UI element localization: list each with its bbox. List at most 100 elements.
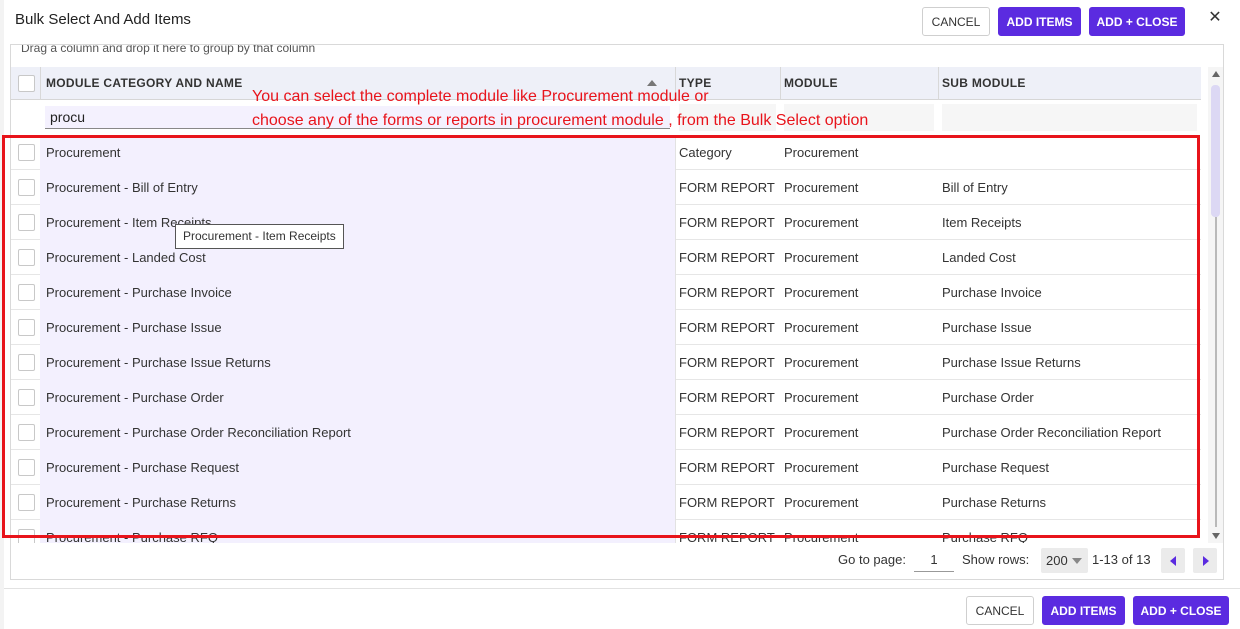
annotation-text-line-2: choose any of the forms or reports in pr… (252, 112, 869, 129)
sub-module-filter-input[interactable] (942, 104, 1197, 131)
row-checkbox[interactable] (18, 214, 35, 231)
cell-type: FORM REPORT (679, 180, 775, 195)
scroll-up-icon[interactable] (1212, 71, 1220, 77)
cell-module-name: Procurement - Purchase Order (46, 390, 224, 405)
table-row[interactable]: Procurement Category Procurement (11, 135, 1201, 170)
cell-type: FORM REPORT (679, 425, 775, 440)
row-checkbox[interactable] (18, 424, 35, 441)
cell-sub-module (942, 135, 1200, 170)
cell-sub-module: Purchase Request (942, 460, 1049, 475)
cell-module-name: Procurement - Purchase Issue (46, 320, 222, 335)
dialog-footer: CANCEL ADD ITEMS ADD + CLOSE (4, 588, 1240, 629)
select-all-checkbox[interactable] (18, 75, 35, 92)
cell-module: Procurement (784, 145, 859, 160)
cell-module-name: Procurement (46, 145, 121, 160)
footer-add-items-button[interactable]: ADD ITEMS (1042, 596, 1125, 625)
cell-module: Procurement (784, 250, 859, 265)
cell-sub-module: Purchase Returns (942, 495, 1047, 510)
column-header-name[interactable]: MODULE CATEGORY AND NAME (46, 67, 243, 100)
row-checkbox[interactable] (18, 459, 35, 476)
cell-module: Procurement (784, 390, 859, 405)
cell-type: FORM REPORT (679, 285, 775, 300)
table-row[interactable]: Procurement - Bill of Entry FORM REPORT Pr… (11, 170, 1201, 205)
close-icon[interactable]: ✕ (1201, 4, 1229, 32)
page-range-text: 1-13 of 13 (1092, 552, 1151, 567)
chevron-right-icon (1203, 556, 1209, 566)
footer-cancel-button[interactable]: CANCEL (966, 596, 1034, 625)
cell-module-name: Procurement - Purchase Request (46, 460, 239, 475)
cell-module-name: Procurement - Purchase Issue Returns (46, 355, 271, 370)
cell-type: FORM REPORT (679, 215, 775, 230)
table-row[interactable]: Procurement - Purchase Invoice FORM REPOR… (11, 275, 1201, 310)
scrollbar-thumb[interactable] (1211, 85, 1220, 217)
cell-sub-module: Purchase Issue (942, 320, 1032, 335)
vertical-scrollbar[interactable] (1208, 67, 1223, 543)
dialog-header: Bulk Select And Add Items CANCEL ADD ITE… (4, 0, 1240, 44)
row-tooltip: Procurement - Item Receipts (175, 224, 344, 249)
goto-page-label: Go to page: (838, 552, 906, 567)
annotation-text-line-1: You can select the complete module like … (252, 88, 709, 105)
rows-per-page-select[interactable]: 200 (1041, 548, 1088, 573)
table-row[interactable]: Procurement - Purchase Order FORM REPORT P… (11, 380, 1201, 415)
scrollbar-track (1215, 217, 1217, 527)
row-checkbox[interactable] (18, 494, 35, 511)
cell-module-name: Procurement - Purchase Order Reconciliat… (46, 425, 351, 440)
pagination-bar: Go to page: 1 Show rows: 200 1-13 of 13 (11, 543, 1223, 579)
next-page-button[interactable] (1193, 548, 1217, 573)
row-checkbox[interactable] (18, 284, 35, 301)
dialog-title: Bulk Select And Add Items (15, 11, 191, 28)
show-rows-label: Show rows: (962, 552, 1030, 567)
cell-module-name: Procurement - Item Receipts (46, 215, 212, 230)
table-row[interactable]: Procurement - Purchase Returns FORM REPOR… (11, 485, 1201, 520)
row-checkbox[interactable] (18, 144, 35, 161)
cell-module: Procurement (784, 460, 859, 475)
cell-module-name: Procurement - Purchase Returns (46, 495, 237, 510)
cell-sub-module: Landed Cost (942, 250, 1016, 265)
header-add-close-button[interactable]: ADD + CLOSE (1089, 7, 1185, 36)
cell-sub-module: Purchase Issue Returns (942, 355, 1081, 370)
table-row[interactable]: Procurement - Purchase Issue FORM REPORT P… (11, 310, 1201, 345)
cell-type: FORM REPORT (679, 460, 775, 475)
cell-sub-module: Purchase Order (942, 390, 1034, 405)
cell-type: Category (679, 145, 732, 160)
cell-type: FORM REPORT (679, 390, 775, 405)
chevron-left-icon (1170, 556, 1176, 566)
column-header-sub-module[interactable]: SUB MODULE (942, 67, 1026, 100)
cell-module: Procurement (784, 495, 859, 510)
header-add-items-button[interactable]: ADD ITEMS (998, 7, 1081, 36)
row-checkbox[interactable] (18, 389, 35, 406)
sort-ascending-icon[interactable] (647, 80, 657, 86)
cell-sub-module: Purchase Invoice (942, 285, 1042, 300)
column-header-module[interactable]: MODULE (784, 67, 838, 100)
cell-module-name: Procurement - Landed Cost (46, 250, 206, 265)
cell-module: Procurement (784, 320, 859, 335)
cell-type: FORM REPORT (679, 355, 775, 370)
row-checkbox[interactable] (18, 354, 35, 371)
row-checkbox[interactable] (18, 249, 35, 266)
footer-add-close-button[interactable]: ADD + CLOSE (1133, 596, 1229, 625)
group-by-hint: Drag a column and drop it here to group … (21, 44, 316, 55)
table-row[interactable]: Procurement - Purchase Order Reconciliat… (11, 415, 1201, 450)
column-divider (780, 67, 781, 100)
cell-sub-module: Item Receipts (942, 215, 1022, 230)
scroll-down-icon[interactable] (1212, 533, 1220, 539)
cell-module-name: Procurement - Bill of Entry (46, 180, 198, 195)
table-row[interactable]: Procurement - Purchase Request FORM REPOR… (11, 450, 1201, 485)
table-row[interactable]: Procurement - Purchase Issue Returns FORM… (11, 345, 1201, 380)
cell-module-name: Procurement - Purchase Invoice (46, 285, 232, 300)
goto-page-input[interactable]: 1 (914, 548, 954, 572)
cell-type: FORM REPORT (679, 495, 775, 510)
cell-type: FORM REPORT (679, 250, 775, 265)
row-checkbox[interactable] (18, 319, 35, 336)
cell-module: Procurement (784, 285, 859, 300)
row-checkbox[interactable] (18, 179, 35, 196)
rows-per-page-value: 200 (1046, 553, 1068, 568)
column-divider (938, 67, 939, 100)
cell-module: Procurement (784, 355, 859, 370)
header-cancel-button[interactable]: CANCEL (922, 7, 990, 36)
cell-sub-module: Bill of Entry (942, 180, 1008, 195)
previous-page-button[interactable] (1161, 548, 1185, 573)
cell-module: Procurement (784, 425, 859, 440)
cell-module: Procurement (784, 180, 859, 195)
cell-type: FORM REPORT (679, 320, 775, 335)
